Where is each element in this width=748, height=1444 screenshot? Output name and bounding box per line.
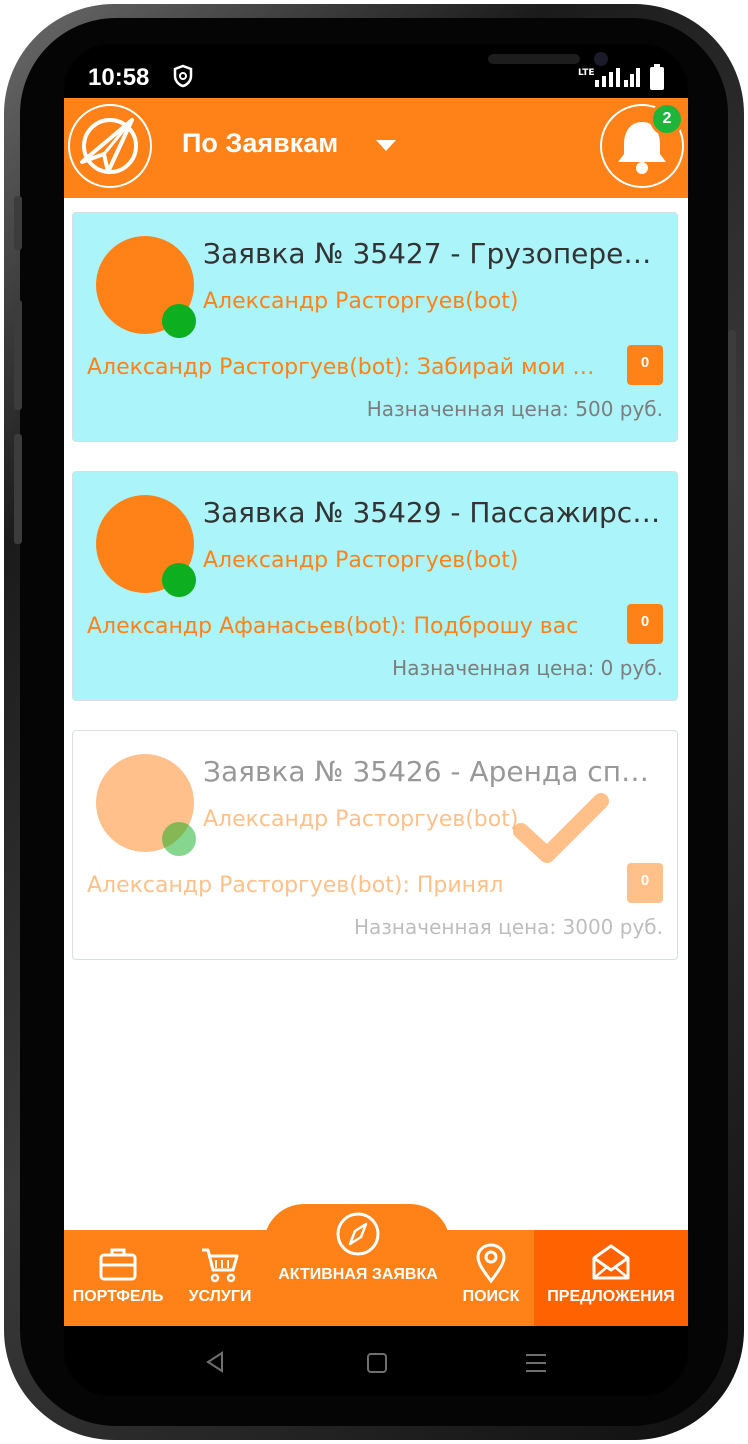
tab-label: УСЛУГИ — [188, 1288, 252, 1305]
assigned-price: Назначенная цена: 3000 руб. — [353, 915, 663, 939]
tab-active-request[interactable]: АКТИВНАЯ ЗАЯВКА — [268, 1212, 448, 1326]
cart-icon — [202, 1248, 239, 1283]
request-title: Заявка № 35426 - Аренда спецтехники — [203, 755, 665, 788]
requests-list: Заявка № 35427 - Грузоперевозки Александ… — [64, 198, 688, 1230]
bottom-tab-bar: ПОРТФЕЛЬ УСЛУГИ АКТИВНАЯ ЗАЯВКА ПОИСК ПР… — [64, 1212, 688, 1326]
notch — [214, 44, 608, 100]
lte-label: LTE — [578, 68, 595, 78]
app-header: По Заявкам 2 — [64, 98, 688, 198]
tab-label: ПОРТФЕЛЬ — [72, 1288, 164, 1305]
side-button-mute — [14, 196, 22, 250]
request-card[interactable]: Заявка № 35427 - Грузоперевозки Александ… — [72, 212, 678, 442]
chevron-down-icon[interactable] — [376, 140, 396, 151]
recent-apps-icon[interactable] — [524, 1352, 548, 1374]
speaker — [488, 54, 580, 64]
side-button-volume-up — [14, 300, 22, 410]
notification-count-badge: 2 — [650, 102, 684, 136]
checkmark-icon — [513, 793, 609, 863]
unread-count-badge: 0 — [627, 863, 663, 903]
tab-label: ПРЕДЛОЖЕНИЯ — [547, 1288, 675, 1305]
request-author: Александр Расторгуев(bot) — [203, 289, 519, 314]
camera — [594, 52, 608, 66]
online-status-dot — [162, 822, 196, 856]
side-button-power — [728, 330, 736, 480]
assigned-price: Назначенная цена: 500 руб. — [366, 397, 663, 421]
compass-icon — [336, 1212, 380, 1256]
assigned-price: Назначенная цена: 0 руб. — [392, 656, 663, 680]
online-status-dot — [162, 304, 196, 338]
location-pin-icon — [476, 1243, 506, 1284]
tab-search[interactable]: ПОИСК — [448, 1230, 534, 1326]
envelope-icon — [592, 1244, 630, 1280]
paper-plane-logo-icon — [80, 118, 138, 174]
unread-count-badge: 0 — [627, 345, 663, 385]
tab-offers[interactable]: ПРЕДЛОЖЕНИЯ — [534, 1230, 688, 1326]
request-title: Заявка № 35429 - Пассажирские перевозки — [203, 496, 665, 529]
app-logo-button[interactable] — [68, 104, 152, 188]
side-button-volume-down — [14, 434, 22, 544]
last-message: Александр Афанасьев(bot): Подброшу вас — [87, 614, 579, 639]
back-icon[interactable] — [204, 1350, 226, 1374]
battery-icon — [650, 64, 664, 90]
briefcase-icon — [99, 1248, 137, 1281]
tab-label: АКТИВНАЯ ЗАЯВКА — [278, 1266, 438, 1283]
home-icon[interactable] — [366, 1352, 388, 1374]
page-title-dropdown[interactable]: По Заявкам — [182, 128, 338, 159]
online-status-dot — [162, 563, 196, 597]
system-navigation-bar — [64, 1326, 688, 1396]
request-author: Александр Расторгуев(bot) — [203, 548, 519, 573]
request-card-completed[interactable]: Заявка № 35426 - Аренда спецтехники Алек… — [72, 730, 678, 960]
status-time: 10:58 — [88, 64, 150, 91]
last-message: Александр Расторгуев(bot): Забирай мои д… — [87, 355, 607, 380]
request-author: Александр Расторгуев(bot) — [203, 807, 519, 832]
request-card[interactable]: Заявка № 35429 - Пассажирские перевозки … — [72, 471, 678, 701]
tab-portfolio[interactable]: ПОРТФЕЛЬ — [64, 1230, 172, 1326]
tab-services[interactable]: УСЛУГИ — [172, 1230, 268, 1326]
security-shield-icon — [173, 64, 193, 88]
unread-count-badge: 0 — [627, 604, 663, 644]
screen: 10:58 LTE По Заявкам 2 Заявка № 35427 - … — [64, 44, 688, 1396]
tab-label: ПОИСК — [462, 1288, 520, 1305]
last-message: Александр Расторгуев(bot): Принял — [87, 873, 504, 898]
request-title: Заявка № 35427 - Грузоперевозки — [203, 237, 665, 270]
signal-icon — [595, 68, 640, 87]
